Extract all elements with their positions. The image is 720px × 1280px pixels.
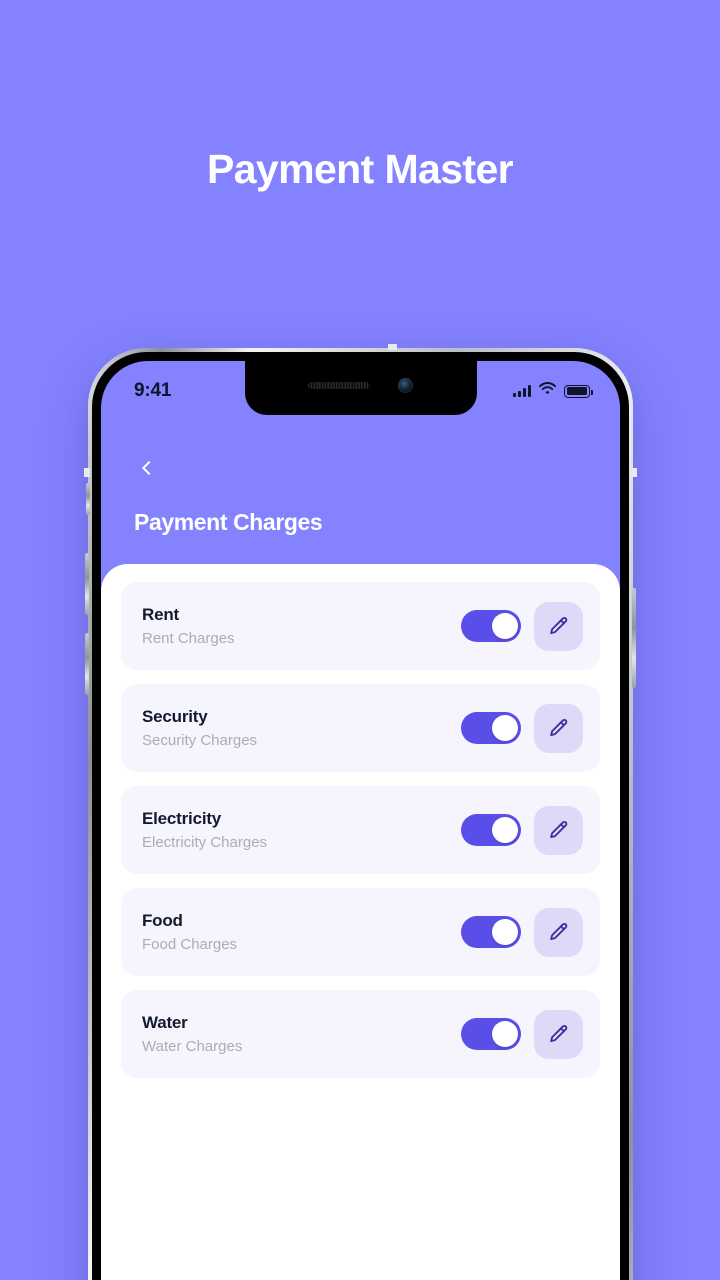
charge-title: Electricity bbox=[142, 808, 222, 828]
volume-up-button[interactable] bbox=[85, 553, 89, 615]
wifi-icon bbox=[539, 382, 556, 400]
charge-toggle[interactable] bbox=[461, 610, 521, 642]
battery-full-icon bbox=[564, 384, 593, 398]
charge-title: Security bbox=[142, 706, 208, 726]
charges-list: Rent Rent Charges Security Security Char… bbox=[121, 582, 600, 1078]
pencil-icon bbox=[550, 1024, 568, 1042]
row-text: Rent Rent Charges bbox=[142, 604, 461, 649]
charge-title: Water bbox=[142, 1012, 188, 1032]
charge-subtitle: Water Charges bbox=[142, 1037, 243, 1055]
row-text: Electricity Electricity Charges bbox=[142, 808, 461, 853]
row-text: Food Food Charges bbox=[142, 910, 461, 955]
cellular-bars-icon bbox=[513, 385, 531, 397]
edit-button[interactable] bbox=[534, 1009, 583, 1059]
edit-button[interactable] bbox=[534, 907, 583, 957]
page-title: Payment Charges bbox=[134, 509, 323, 535]
content-sheet: Rent Rent Charges Security Security Char… bbox=[101, 564, 620, 1280]
phone-bezel: 9:41 Payment Charges Rent Rent Charges S… bbox=[92, 352, 629, 1280]
chevron-left-icon bbox=[141, 460, 157, 476]
edit-button[interactable] bbox=[534, 805, 583, 855]
row-text: Water Water Charges bbox=[142, 1012, 461, 1057]
toggle-knob bbox=[492, 817, 518, 843]
volume-down-button[interactable] bbox=[85, 633, 89, 695]
list-item[interactable]: Water Water Charges bbox=[121, 990, 600, 1078]
antenna-band-left bbox=[84, 468, 90, 477]
status-time: 9:41 bbox=[134, 380, 172, 401]
device-notch bbox=[244, 361, 477, 415]
page-headline: Payment Master bbox=[206, 146, 514, 192]
list-item[interactable]: Security Security Charges bbox=[121, 684, 600, 772]
pencil-icon bbox=[550, 718, 568, 736]
toggle-knob bbox=[492, 919, 518, 945]
front-camera-icon bbox=[398, 377, 413, 393]
power-button[interactable] bbox=[632, 588, 636, 688]
phone-device-frame: 9:41 Payment Charges Rent Rent Charges S… bbox=[84, 344, 637, 1280]
phone-screen: 9:41 Payment Charges Rent Rent Charges S… bbox=[101, 361, 620, 1280]
edit-button[interactable] bbox=[534, 601, 583, 651]
pencil-icon bbox=[550, 616, 568, 634]
charge-subtitle: Food Charges bbox=[142, 935, 238, 953]
list-item[interactable]: Rent Rent Charges bbox=[121, 582, 600, 670]
charge-toggle[interactable] bbox=[461, 712, 521, 744]
charge-toggle[interactable] bbox=[461, 1018, 521, 1050]
back-button[interactable] bbox=[134, 455, 160, 481]
charge-toggle[interactable] bbox=[461, 916, 521, 948]
charge-subtitle: Security Charges bbox=[142, 731, 258, 749]
silence-switch[interactable] bbox=[86, 483, 90, 515]
pencil-icon bbox=[550, 820, 568, 838]
edit-button[interactable] bbox=[534, 703, 583, 753]
pencil-icon bbox=[550, 922, 568, 940]
charge-subtitle: Rent Charges bbox=[142, 629, 235, 647]
charge-subtitle: Electricity Charges bbox=[142, 833, 268, 851]
charge-title: Food bbox=[142, 910, 183, 930]
charge-title: Rent bbox=[142, 604, 179, 624]
toggle-knob bbox=[492, 715, 518, 741]
app-header: Payment Charges bbox=[101, 415, 620, 536]
toggle-knob bbox=[492, 1021, 518, 1047]
toggle-knob bbox=[492, 613, 518, 639]
list-item[interactable]: Food Food Charges bbox=[121, 888, 600, 976]
status-icons bbox=[513, 382, 593, 400]
list-item[interactable]: Electricity Electricity Charges bbox=[121, 786, 600, 874]
antenna-band-top bbox=[388, 344, 397, 350]
charge-toggle[interactable] bbox=[461, 814, 521, 846]
antenna-band-right bbox=[631, 468, 637, 477]
row-text: Security Security Charges bbox=[142, 706, 461, 751]
earpiece-speaker-icon bbox=[308, 381, 370, 389]
